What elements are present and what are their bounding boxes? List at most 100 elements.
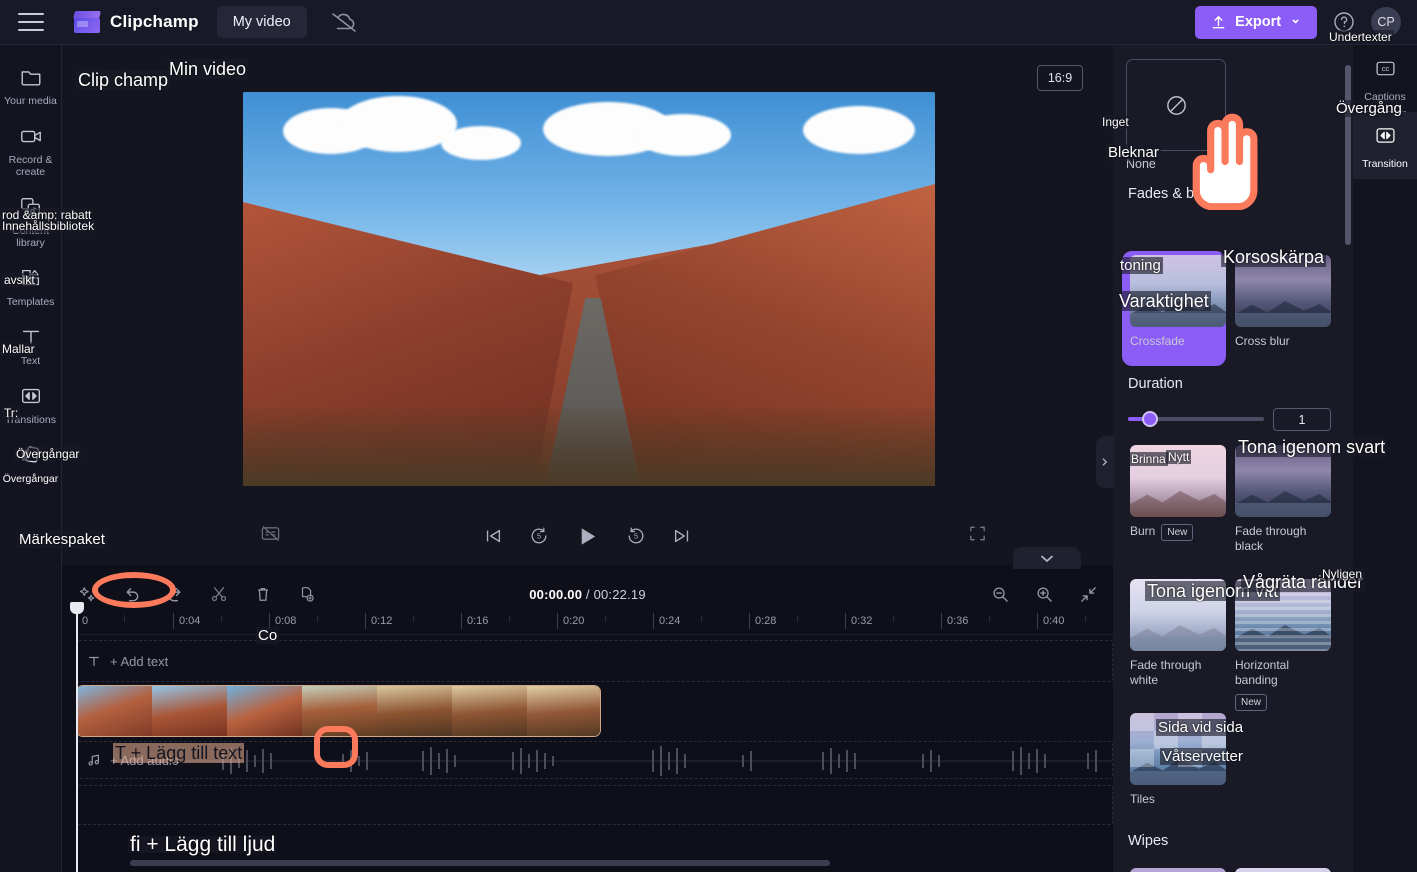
panel-scrollbar[interactable] (1345, 65, 1351, 245)
sidebar-item-record-create[interactable]: Record & create (0, 114, 62, 185)
playhead[interactable] (70, 602, 84, 872)
timeline-horizontal-scrollbar[interactable] (130, 860, 830, 866)
hamburger-icon[interactable] (18, 13, 44, 31)
sidebar-label: Your media (4, 95, 57, 107)
undo-button[interactable] (120, 583, 142, 605)
new-badge: New (1235, 694, 1268, 711)
sidebar-item-templates[interactable]: Templates (0, 256, 62, 315)
transition-thumbnail (1130, 579, 1226, 651)
sidebar-item-overgangar[interactable]: Övergångar (0, 433, 62, 492)
transition-thumbnail (1235, 579, 1331, 651)
skip-to-end-icon[interactable] (672, 526, 692, 546)
forward-5-icon[interactable]: 5 (626, 526, 646, 546)
empty-track[interactable] (76, 785, 1113, 825)
help-circle-icon[interactable] (1331, 9, 1357, 35)
player-controls: 5 5 (62, 508, 1113, 564)
ruler-tick-minor (124, 615, 130, 622)
play-button[interactable] (575, 524, 600, 549)
svg-text:cc: cc (1381, 64, 1389, 73)
rewind-5-icon[interactable]: 5 (529, 526, 549, 546)
ruler-tick-minor (701, 615, 707, 622)
zoom-out-button[interactable] (989, 583, 1011, 605)
sidebar-label: Text (20, 355, 41, 367)
skip-to-start-icon[interactable] (483, 526, 503, 546)
duration-slider[interactable] (1128, 411, 1264, 427)
chevron-down-icon (1041, 555, 1053, 562)
audio-track[interactable]: + Add audio (76, 741, 1113, 779)
clipchamp-logo-icon (73, 11, 101, 33)
duration-slider-handle[interactable] (1142, 411, 1158, 427)
duplicate-button[interactable] (296, 583, 318, 605)
timeline-toolbar: 00:00.00 / 00:22.19 (62, 575, 1113, 613)
duration-input[interactable] (1273, 408, 1331, 431)
sidebar-item-content-library[interactable]: Content library (0, 185, 62, 256)
transition-name: Burn (1130, 524, 1156, 538)
section-fades-title: Fades & blurs (1128, 186, 1218, 202)
preview-stage: 16:9 5 5 (62, 45, 1113, 565)
upload-icon (1212, 15, 1225, 28)
transition-card-horizontal-banding[interactable]: Horizontal banding New (1235, 579, 1331, 711)
sidebar-label: Transitions (5, 414, 56, 426)
ruler-tick-minor (221, 615, 227, 622)
current-time: 00:00.00 (529, 586, 583, 602)
text-track[interactable]: + Add text (76, 640, 1113, 682)
video-clip[interactable] (76, 685, 601, 737)
right-rail-item-captions[interactable]: cc Captions (1353, 45, 1417, 112)
transition-card-fade-through-white[interactable]: Fade through white (1130, 579, 1226, 688)
ruler-tick-minor (989, 615, 995, 622)
export-label: Export (1235, 14, 1282, 30)
ruler-tick-minor (797, 615, 803, 622)
avatar[interactable]: CP (1371, 7, 1401, 37)
aspect-ratio-button[interactable]: 16:9 (1037, 65, 1083, 91)
timeline-ruler[interactable]: 0 0:04 0:08 0:12 0:16 0:20 0:24 0:28 0:3… (76, 613, 1113, 635)
ruler-tick: 0:24 (653, 613, 680, 629)
chevron-down-icon: ⌄ (1290, 11, 1301, 26)
ruler-tick: 0:04 (173, 613, 200, 629)
transition-none-card[interactable] (1126, 59, 1226, 151)
transition-card-fade-through-black[interactable]: Fade through black (1235, 445, 1331, 554)
transition-card-burn[interactable]: Burn New (1130, 445, 1226, 541)
ruler-tick: 0:40 (1037, 613, 1064, 629)
panel-collapse-button[interactable] (1096, 436, 1114, 488)
ruler-tick-minor (1085, 615, 1091, 622)
ruler-tick: 0:32 (845, 613, 872, 629)
cloud-off-icon[interactable] (329, 10, 359, 34)
sidebar-item-transitions[interactable]: Transitions (0, 374, 62, 433)
ruler-tick: 0:16 (461, 613, 488, 629)
right-rail-item-transition[interactable]: Transition (1353, 112, 1417, 179)
video-preview[interactable] (243, 92, 935, 486)
transition-icon (1374, 124, 1397, 152)
transition-thumbnail (1235, 868, 1331, 872)
transitions-panel: None Fades & blurs Crossfade Cross blur … (1113, 45, 1353, 872)
transition-card-cross-blur[interactable]: Cross blur (1235, 255, 1331, 349)
brand-name: Clipchamp (110, 12, 199, 31)
sidebar-item-text[interactable]: Text (0, 315, 62, 374)
delete-button[interactable] (252, 583, 274, 605)
preview-foreground (243, 408, 935, 486)
sidebar-label: Record & create (8, 154, 53, 178)
transition-card-wipe-up[interactable] (1235, 868, 1331, 872)
transition-card-tiles[interactable]: Tiles (1130, 713, 1226, 807)
fit-to-screen-button[interactable] (1077, 583, 1099, 605)
project-tab[interactable]: My video (216, 6, 307, 38)
transition-thumbnail (1130, 445, 1226, 517)
zoom-in-button[interactable] (1033, 583, 1055, 605)
add-audio-label: + Add audio (110, 752, 180, 768)
transitions-icon (18, 383, 44, 409)
transition-card-wipe-down[interactable] (1130, 868, 1226, 872)
section-wipes-title: Wipes (1128, 833, 1169, 849)
sidebar-label: Content library (12, 225, 49, 249)
redo-button[interactable] (164, 583, 186, 605)
app-logo: Clipchamp (73, 11, 199, 33)
transition-card-crossfade[interactable]: Crossfade (1130, 255, 1226, 349)
ruler-tick-minor (413, 615, 419, 622)
split-button[interactable] (208, 583, 230, 605)
timeline-collapse-button[interactable] (1013, 547, 1081, 569)
sidebar-item-your-media[interactable]: Your media (0, 55, 62, 114)
ruler-tick-minor (509, 615, 515, 622)
fullscreen-icon[interactable] (968, 524, 987, 548)
transition-name: Fade through black (1235, 524, 1307, 553)
new-badge: New (1161, 524, 1194, 541)
sidebar-label: Templates (6, 296, 55, 308)
export-button[interactable]: Export ⌄ (1195, 5, 1317, 39)
